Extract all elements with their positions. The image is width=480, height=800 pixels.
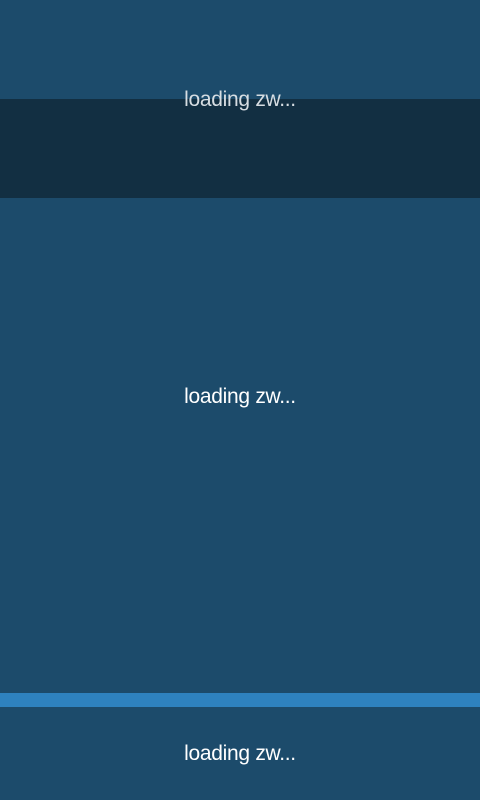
bottom-loading-text: loading zw...	[184, 742, 296, 765]
top-dark-panel	[0, 99, 480, 198]
middle-loading-text: loading zw...	[184, 385, 296, 408]
top-loading-text: loading zw...	[184, 88, 296, 111]
accent-divider	[0, 693, 480, 707]
app-screen: loading zw... loading zw... loading zw..…	[0, 0, 480, 800]
